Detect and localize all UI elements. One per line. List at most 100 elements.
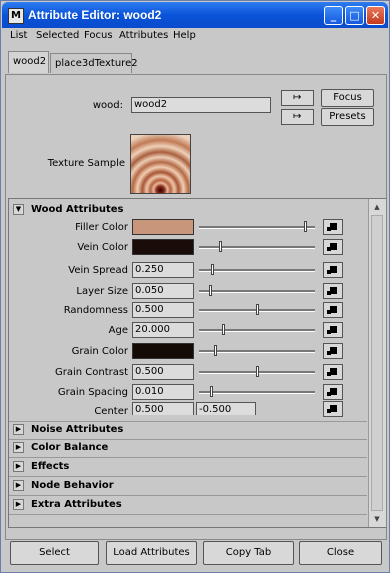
close-button[interactable]: Close: [299, 541, 382, 565]
input-connection-button[interactable]: ↦: [281, 90, 314, 106]
scrollbar-thumb[interactable]: [371, 215, 383, 511]
grain-color-slider-thumb[interactable]: [213, 345, 217, 356]
grain-contrast-field[interactable]: 0.500: [132, 364, 194, 380]
node-name-label: wood:: [92, 100, 123, 111]
vein-color-slider[interactable]: [199, 246, 315, 249]
expand-triangle-icon[interactable]: ▶: [13, 424, 24, 435]
section-color-balance[interactable]: ▶ Color Balance: [9, 440, 367, 458]
map-icon: [327, 287, 337, 295]
section-title: Node Behavior: [31, 480, 114, 491]
copy-tab-button[interactable]: Copy Tab: [203, 541, 294, 565]
randomness-slider-thumb[interactable]: [255, 304, 259, 315]
age-slider[interactable]: [199, 329, 315, 332]
tab-wood2[interactable]: wood2: [8, 51, 49, 73]
node-name-field[interactable]: wood2: [131, 97, 271, 113]
collapse-triangle-icon[interactable]: ▼: [13, 204, 24, 215]
grain-spacing-label: Grain Spacing: [57, 387, 128, 398]
vein-spread-map-button[interactable]: [323, 262, 343, 278]
maya-app-icon: M: [8, 8, 24, 24]
filler-color-label: Filler Color: [75, 222, 128, 233]
center-label: Center: [94, 406, 128, 417]
expand-triangle-icon[interactable]: ▶: [13, 442, 24, 453]
close-window-button[interactable]: ✕: [366, 6, 385, 25]
layer-size-slider-thumb[interactable]: [209, 285, 213, 296]
grain-contrast-map-button[interactable]: [323, 364, 343, 380]
grain-contrast-slider-thumb[interactable]: [255, 366, 259, 377]
filler-color-slider-thumb[interactable]: [304, 221, 308, 232]
map-icon: [327, 266, 337, 274]
section-effects[interactable]: ▶ Effects: [9, 459, 367, 477]
map-icon: [327, 405, 337, 413]
vein-spread-label: Vein Spread: [68, 265, 128, 276]
center-map-button[interactable]: [323, 401, 343, 417]
menu-list[interactable]: List: [10, 30, 27, 41]
vein-color-swatch[interactable]: [132, 239, 194, 255]
grain-spacing-map-button[interactable]: [323, 384, 343, 400]
texture-sample-swatch[interactable]: [130, 134, 191, 194]
menu-attributes[interactable]: Attributes: [119, 30, 168, 41]
vertical-scrollbar[interactable]: ▲ ▼: [368, 199, 386, 527]
presets-button[interactable]: Presets: [321, 108, 374, 126]
center-u-field[interactable]: 0.500: [132, 402, 194, 415]
grain-spacing-field[interactable]: 0.010: [132, 384, 194, 400]
tab-place3dtexture2[interactable]: place3dTexture2: [50, 53, 138, 73]
section-wood-attributes[interactable]: ▼ Wood Attributes: [9, 202, 367, 219]
title-bar[interactable]: M Attribute Editor: wood2 _ □ ✕: [2, 2, 388, 28]
center-v-field[interactable]: -0.500: [196, 402, 256, 415]
filler-color-slider[interactable]: [199, 226, 315, 229]
menu-selected[interactable]: Selected: [36, 30, 79, 41]
section-title: Extra Attributes: [31, 499, 122, 510]
grain-spacing-slider-thumb[interactable]: [210, 386, 214, 397]
randomness-label: Randomness: [63, 305, 128, 316]
age-map-button[interactable]: [323, 322, 343, 338]
grain-color-swatch[interactable]: [132, 343, 194, 359]
load-attributes-button[interactable]: Load Attributes: [106, 541, 197, 565]
texture-sample-label: Texture Sample: [47, 158, 125, 169]
section-title: Effects: [31, 461, 70, 472]
window-title: Attribute Editor: wood2: [28, 8, 162, 22]
select-button[interactable]: Select: [10, 541, 99, 565]
map-icon: [327, 223, 337, 231]
vein-color-map-button[interactable]: [323, 239, 343, 255]
age-slider-thumb[interactable]: [221, 324, 225, 335]
filler-color-map-button[interactable]: [323, 219, 343, 235]
expand-triangle-icon[interactable]: ▶: [13, 499, 24, 510]
grain-color-map-button[interactable]: [323, 343, 343, 359]
output-connection-button[interactable]: ↦: [281, 109, 314, 125]
section-title: Wood Attributes: [31, 204, 124, 215]
vein-spread-slider[interactable]: [199, 269, 315, 272]
section-node-behavior[interactable]: ▶ Node Behavior: [9, 478, 367, 496]
grain-color-label: Grain Color: [71, 346, 128, 357]
randomness-map-button[interactable]: [323, 302, 343, 318]
age-label: Age: [108, 325, 128, 336]
map-icon: [327, 243, 337, 251]
vein-spread-field[interactable]: 0.250: [132, 262, 194, 278]
scroll-up-arrow-icon[interactable]: ▲: [371, 201, 383, 213]
output-arrow-icon: ↦: [293, 111, 302, 122]
age-field[interactable]: 20.000: [132, 322, 194, 338]
vein-color-slider-thumb[interactable]: [219, 241, 223, 252]
map-icon: [327, 326, 337, 334]
menu-help[interactable]: Help: [173, 30, 196, 41]
layer-size-label: Layer Size: [76, 286, 128, 297]
attribute-editor-window: M Attribute Editor: wood2 _ □ ✕ List Sel…: [0, 0, 390, 573]
grain-spacing-slider[interactable]: [199, 391, 315, 394]
minimize-button[interactable]: _: [324, 6, 343, 25]
section-noise-attributes[interactable]: ▶ Noise Attributes: [9, 421, 367, 440]
randomness-field[interactable]: 0.500: [132, 302, 194, 318]
section-title: Color Balance: [31, 442, 109, 453]
layer-size-field[interactable]: 0.050: [132, 283, 194, 299]
maximize-button[interactable]: □: [345, 6, 364, 25]
expand-triangle-icon[interactable]: ▶: [13, 461, 24, 472]
expand-triangle-icon[interactable]: ▶: [13, 480, 24, 491]
layer-size-map-button[interactable]: [323, 283, 343, 299]
focus-button[interactable]: Focus: [321, 89, 374, 107]
vein-spread-slider-thumb[interactable]: [211, 264, 215, 275]
menu-focus[interactable]: Focus: [84, 30, 113, 41]
filler-color-swatch[interactable]: [132, 219, 194, 235]
section-extra-attributes[interactable]: ▶ Extra Attributes: [9, 497, 367, 515]
menu-bar: List Selected Focus Attributes Help: [5, 28, 387, 44]
layer-size-slider[interactable]: [199, 290, 315, 293]
scroll-down-arrow-icon[interactable]: ▼: [371, 513, 383, 525]
vein-color-label: Vein Color: [77, 242, 128, 253]
